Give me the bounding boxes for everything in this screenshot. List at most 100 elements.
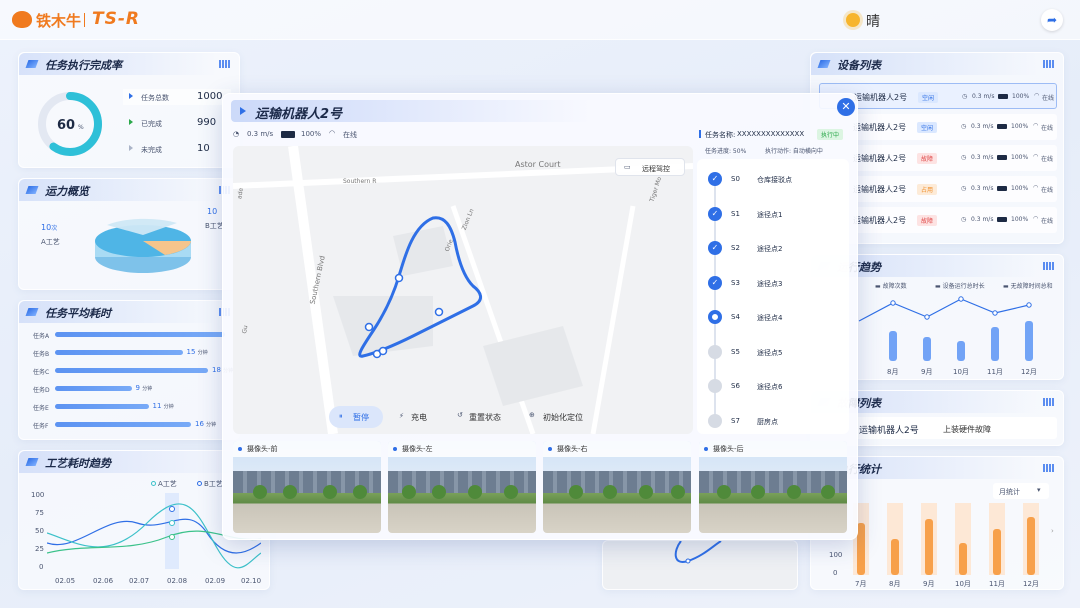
charge-icon: ⚡ xyxy=(399,412,404,420)
device-speed: 0.3 m/s xyxy=(971,123,994,130)
x-tick: 12月 xyxy=(1021,368,1037,376)
product-name: TS-R xyxy=(92,9,140,29)
map-label: Southern R xyxy=(343,178,377,185)
route-step[interactable]: S4 途径点4 xyxy=(697,309,849,325)
step-id: S4 xyxy=(731,313,740,321)
capacity-card: 运力概览 10次 A工艺 10 B工艺 xyxy=(18,178,240,290)
card-header: 设备列表 xyxy=(811,53,1063,75)
pause-label: 暂停 xyxy=(353,413,369,422)
close-icon[interactable]: ✕ xyxy=(837,98,855,116)
time-bar xyxy=(55,368,208,373)
device-battery: 100% xyxy=(1011,123,1029,130)
wifi-icon: ◠ xyxy=(1034,92,1040,99)
stat-row-done: 已完成 990 xyxy=(123,115,231,131)
camera-rear[interactable]: 摄像头-后 xyxy=(699,441,847,533)
y-tick: 25 xyxy=(35,545,44,553)
route-step[interactable]: ✓ S0 仓库接驳点 xyxy=(697,171,849,187)
camera-front[interactable]: 摄像头-前 xyxy=(233,441,381,533)
device-status-badge: 故障 xyxy=(917,153,938,164)
camera-right[interactable]: 摄像头-右 xyxy=(543,441,691,533)
x-tick: 02.06 xyxy=(93,577,114,585)
current-step-icon xyxy=(708,310,722,324)
x-tick: 7月 xyxy=(855,580,867,588)
mini-route xyxy=(674,541,722,564)
pause-icon: ⏸ xyxy=(339,412,343,420)
wifi-icon: ◠ xyxy=(329,129,336,137)
bull-logo-icon xyxy=(12,11,32,28)
wifi-icon: ◠ xyxy=(1033,153,1039,160)
play-icon xyxy=(129,119,133,125)
remote-drive-button[interactable]: ▭ 远程驾控 xyxy=(615,158,685,176)
legend-nofault: ▬ 无故障时间总和 xyxy=(1003,283,1053,290)
y-tick: 75 xyxy=(35,509,44,517)
device-net: 在线 xyxy=(1041,156,1054,163)
step-label: 途径点1 xyxy=(757,210,783,219)
pending-step-icon xyxy=(708,379,722,393)
route-step[interactable]: ✓ S3 途径点3 xyxy=(697,275,849,291)
stat-row-undone: 未完成 10 xyxy=(123,141,231,157)
step-label: 厨房点 xyxy=(757,417,778,426)
bar-value: 15 分钟 xyxy=(186,348,208,356)
period-select[interactable]: 月统计 ▾ xyxy=(993,483,1049,499)
step-label: 途径点3 xyxy=(757,279,783,288)
device-speed: 0.3 m/s xyxy=(972,93,995,100)
capacity-left-value: 10次 xyxy=(41,223,58,232)
weather-text: 晴 xyxy=(866,14,880,30)
device-net: 在线 xyxy=(1042,95,1055,102)
step-id: S2 xyxy=(731,244,740,252)
route-step[interactable]: S7 厨房点 xyxy=(697,413,849,429)
route-step[interactable]: ✓ S2 途径点2 xyxy=(697,240,849,256)
camera-left[interactable]: 摄像头-左 xyxy=(388,441,536,533)
robot-detail-modal: 运输机器人2号 ✕ ◔ 0.3 m/s 100% ◠ 在线 任务名称: XXXX… xyxy=(222,93,858,540)
completion-percent: 60 xyxy=(57,118,75,133)
init-locate-button[interactable]: ⊕ 初始化定位 xyxy=(525,406,601,428)
x-tick: 11月 xyxy=(987,368,1003,376)
step-label: 途径点6 xyxy=(757,383,783,391)
capacity-left-label: A工艺 xyxy=(41,238,60,246)
x-tick: 9月 xyxy=(923,580,935,588)
clock-icon: ◷ xyxy=(961,216,967,223)
capacity-right-value: 10 xyxy=(207,207,218,216)
device-status-badge: 空闲 xyxy=(918,92,939,103)
bar-value: 11 分钟 xyxy=(152,402,174,410)
route-step[interactable]: S6 途径点6 xyxy=(697,378,849,394)
battery-icon xyxy=(997,186,1007,191)
robot-net: 在线 xyxy=(343,131,357,139)
time-bar xyxy=(55,386,132,391)
share-icon[interactable]: ➦ xyxy=(1041,9,1063,31)
route-step[interactable]: ✓ S1 途径点1 xyxy=(697,206,849,222)
reset-button[interactable]: ↺ 重置状态 xyxy=(451,406,521,428)
task-info-marker xyxy=(699,130,701,138)
modal-title: 运输机器人2号 xyxy=(255,107,343,122)
device-status-badge: 空闲 xyxy=(917,122,938,133)
charge-button[interactable]: ⚡ 充电 xyxy=(393,406,441,428)
legend-a: A工艺 xyxy=(151,479,177,489)
card-title: 任务平均耗时 xyxy=(45,307,111,320)
battery-icon xyxy=(998,94,1008,99)
chevron-right-icon[interactable]: › xyxy=(1051,527,1054,535)
bottom-map-card xyxy=(602,540,798,590)
time-bar xyxy=(55,350,183,355)
check-icon: ✓ xyxy=(708,172,722,186)
run-trend-chart xyxy=(858,296,1033,361)
route-map[interactable]: Astor Court Southern R Southern Blvd Zio… xyxy=(233,146,693,434)
x-tick: 10月 xyxy=(955,580,971,588)
sun-icon xyxy=(846,13,860,27)
task-action: 执行动作: 自动横向中 xyxy=(765,148,823,155)
pause-button[interactable]: ⏸ 暂停 xyxy=(329,406,383,428)
bar-label: 任务F xyxy=(33,423,49,430)
x-tick: 02.10 xyxy=(241,577,262,585)
control-bar: ⏸ 暂停 ⚡ 充电 ↺ 重置状态 ⊕ 初始化定位 xyxy=(323,404,603,430)
route-step[interactable]: S5 途径点5 xyxy=(697,344,849,360)
stat-label: 已完成 xyxy=(141,120,162,128)
brand-divider xyxy=(84,13,85,27)
brand-name: 铁木牛 xyxy=(36,12,82,30)
device-battery: 100% xyxy=(1011,216,1029,223)
chevron-down-icon: ▾ xyxy=(1037,486,1041,494)
task-progress: 任务进度: 50% xyxy=(705,148,747,155)
bar-label: 任务B xyxy=(33,351,50,358)
card-title: 设备列表 xyxy=(837,59,881,72)
crosshair-icon: ⊕ xyxy=(529,411,535,419)
legend-faults: ▬ 故障次数 xyxy=(875,283,907,290)
wifi-icon: ◠ xyxy=(1033,122,1039,129)
